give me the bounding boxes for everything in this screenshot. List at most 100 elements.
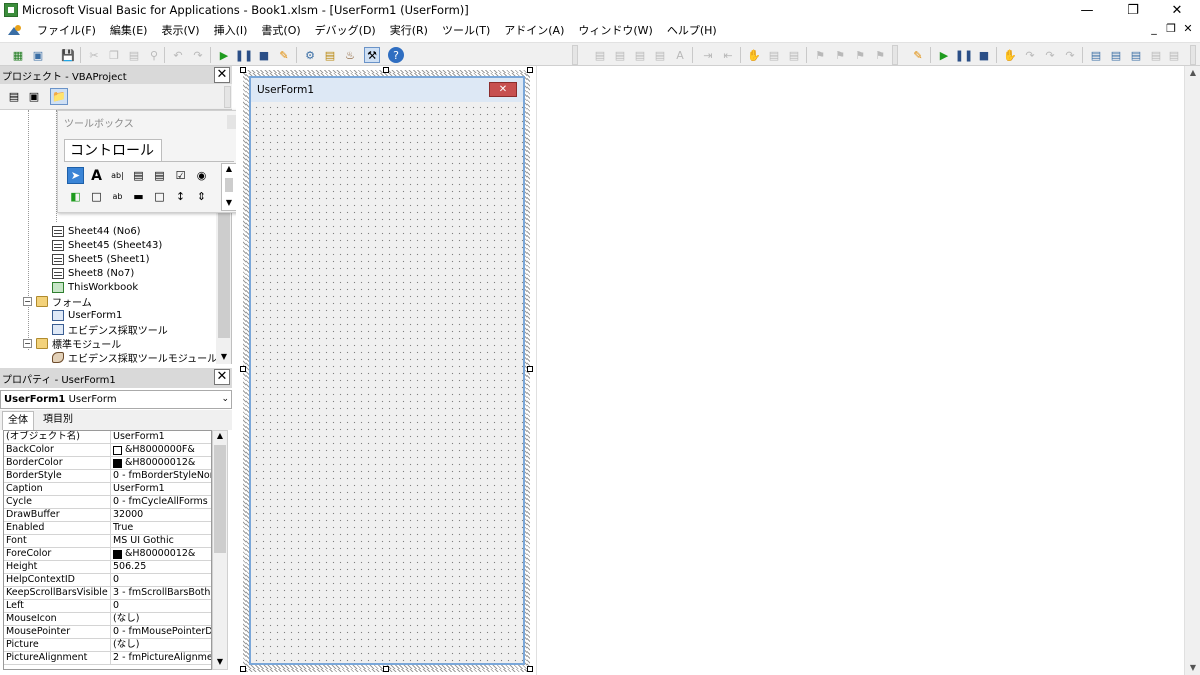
properties-scrollbar[interactable]: ▲ ▼ — [212, 430, 228, 670]
find-icon[interactable]: ⚲ — [146, 47, 162, 63]
quick-info-icon[interactable]: ▤ — [632, 47, 648, 63]
undo-icon[interactable]: ↶ — [170, 47, 186, 63]
property-row[interactable]: Caption UserForm1 — [4, 483, 211, 496]
textbox-tool-icon[interactable]: ab| — [109, 167, 126, 184]
watch-window-icon[interactable]: ▤ — [1128, 47, 1144, 63]
commandbutton-tool-icon[interactable]: ab — [109, 188, 126, 205]
property-row[interactable]: PictureAlignment 2 - fmPictureAlignmen — [4, 652, 211, 665]
toggle-breakpoint-icon[interactable]: ✋ — [746, 47, 762, 63]
quick-watch-icon[interactable]: ▤ — [1148, 47, 1164, 63]
multipage-tool-icon[interactable]: □ — [151, 188, 168, 205]
previous-bookmark-icon[interactable]: ⚑ — [852, 47, 868, 63]
insert-userform-icon[interactable]: ▣ — [30, 47, 46, 63]
project-explorer-icon[interactable]: ⚙ — [302, 47, 318, 63]
step-over-icon[interactable]: ↷ — [1042, 47, 1058, 63]
mdi-close-button[interactable]: ✕ — [1180, 22, 1196, 35]
property-row[interactable]: BorderStyle 0 - fmBorderStyleNone — [4, 470, 211, 483]
property-row[interactable]: Cycle 0 - fmCycleAllForms — [4, 496, 211, 509]
scrollbar-thumb[interactable] — [225, 178, 233, 192]
menu-view[interactable]: 表示(V) — [154, 20, 206, 42]
toggle-breakpoint-icon-2[interactable]: ✋ — [1002, 47, 1018, 63]
property-row[interactable]: ForeColor &H80000012& — [4, 548, 211, 561]
toggle-bookmark-icon[interactable]: ⚑ — [812, 47, 828, 63]
paste-icon[interactable]: ▤ — [126, 47, 142, 63]
help-icon[interactable]: ? — [388, 47, 404, 63]
tree-item[interactable]: Sheet44 (No6) — [52, 224, 141, 238]
toolbox-icon[interactable]: ⚒ — [364, 47, 380, 63]
menu-file[interactable]: ファイル(F) — [30, 20, 103, 42]
togglebutton-tool-icon[interactable]: ◧ — [67, 188, 84, 205]
close-button[interactable]: ✕ — [1154, 0, 1200, 20]
vbe-menu-icon[interactable] — [6, 23, 24, 39]
property-row[interactable]: BorderColor &H80000012& — [4, 457, 211, 470]
pointer-tool-icon[interactable]: ➤ — [67, 167, 84, 184]
property-row[interactable]: Enabled True — [4, 522, 211, 535]
tab-controls[interactable]: コントロール — [64, 139, 162, 161]
properties-window-icon[interactable]: ▤ — [322, 47, 338, 63]
property-row[interactable]: KeepScrollBarsVisible 3 - fmScrollBarsBot… — [4, 587, 211, 600]
combobox-tool-icon[interactable]: ▤ — [130, 167, 147, 184]
tree-item[interactable]: エビデンス採取ツールモジュール — [52, 350, 217, 364]
toolbox-scrollbar[interactable]: ▲ ▼ — [221, 163, 237, 211]
property-row[interactable]: Left 0 — [4, 600, 211, 613]
next-bookmark-icon[interactable]: ⚑ — [832, 47, 848, 63]
menu-format[interactable]: 書式(O) — [254, 20, 307, 42]
property-value[interactable]: UserForm1 — [110, 431, 211, 443]
outdent-icon[interactable]: ⇤ — [720, 47, 736, 63]
parameter-info-icon[interactable]: ▤ — [652, 47, 668, 63]
save-icon[interactable]: 💾 — [60, 47, 76, 63]
break-icon-2[interactable]: ❚❚ — [955, 47, 973, 63]
step-out-icon[interactable]: ↷ — [1062, 47, 1078, 63]
property-value[interactable]: 32000 — [110, 509, 211, 521]
collapse-icon[interactable]: − — [23, 338, 32, 348]
toggle-folders-icon[interactable]: 📁 — [50, 88, 68, 105]
reset-icon-2[interactable]: ■ — [976, 47, 992, 63]
view-code-icon[interactable]: ▤ — [5, 88, 23, 105]
property-value[interactable]: 0 - fmMousePointerDe — [110, 626, 211, 638]
reset-icon[interactable]: ■ — [256, 47, 272, 63]
tree-item[interactable]: ThisWorkbook — [52, 280, 138, 294]
menu-tools[interactable]: ツール(T) — [435, 20, 497, 42]
resize-handle[interactable] — [240, 366, 246, 372]
tab-alphabetic[interactable]: 全体 — [2, 411, 34, 430]
minimize-button[interactable]: — — [1064, 0, 1110, 20]
scroll-down-icon[interactable]: ▼ — [216, 350, 231, 364]
property-value[interactable]: 2 - fmPictureAlignmen — [110, 652, 211, 664]
resize-handle[interactable] — [527, 666, 533, 672]
menu-insert[interactable]: 挿入(I) — [207, 20, 255, 42]
tree-item[interactable]: Sheet5 (Sheet1) — [52, 252, 150, 266]
spinbutton-tool-icon[interactable]: ⇕ — [193, 188, 210, 205]
object-selector[interactable]: UserForm1 UserForm ⌄ — [0, 390, 232, 409]
menu-window[interactable]: ウィンドウ(W) — [571, 20, 659, 42]
property-value[interactable]: (なし) — [110, 639, 211, 651]
property-value[interactable]: 0 — [110, 574, 211, 586]
tab-categorized[interactable]: 項目別 — [38, 411, 78, 430]
menu-run[interactable]: 実行(R) — [383, 20, 435, 42]
design-mode-icon[interactable]: ✎ — [276, 47, 292, 63]
label-tool-icon[interactable]: A — [88, 167, 105, 184]
property-value[interactable]: 0 - fmBorderStyleNone — [110, 470, 211, 482]
checkbox-tool-icon[interactable]: ☑ — [172, 167, 189, 184]
mdi-restore-button[interactable]: ❐ — [1163, 22, 1179, 35]
project-explorer-close-button[interactable]: ✕ — [214, 67, 230, 83]
copy-icon[interactable]: ❐ — [106, 47, 122, 63]
property-row[interactable]: MousePointer 0 - fmMousePointerDe — [4, 626, 211, 639]
redo-icon[interactable]: ↷ — [190, 47, 206, 63]
property-value[interactable]: 0 — [110, 600, 211, 612]
property-row[interactable]: (オブジェクト名) UserForm1 — [4, 431, 211, 444]
chevron-down-icon[interactable]: ⌄ — [221, 391, 229, 408]
property-row[interactable]: Picture (なし) — [4, 639, 211, 652]
tree-folder-modules[interactable]: − 標準モジュール — [23, 336, 121, 351]
menu-debug[interactable]: デバッグ(D) — [308, 20, 383, 42]
property-row[interactable]: DrawBuffer 32000 — [4, 509, 211, 522]
resize-handle[interactable] — [240, 67, 246, 73]
call-stack-icon[interactable]: ▤ — [1166, 47, 1182, 63]
scroll-down-icon[interactable]: ▼ — [1185, 661, 1200, 675]
property-value[interactable]: &H80000012& — [110, 548, 211, 560]
tree-folder-forms[interactable]: − フォーム — [23, 294, 92, 309]
step-into-icon[interactable]: ↷ — [1022, 47, 1038, 63]
scroll-up-icon[interactable]: ▲ — [1185, 66, 1200, 80]
workspace-scrollbar[interactable]: ▲ ▼ — [1184, 66, 1200, 675]
mdi-minimize-button[interactable]: _ — [1146, 22, 1162, 35]
immediate-window-icon[interactable]: ▤ — [1108, 47, 1124, 63]
